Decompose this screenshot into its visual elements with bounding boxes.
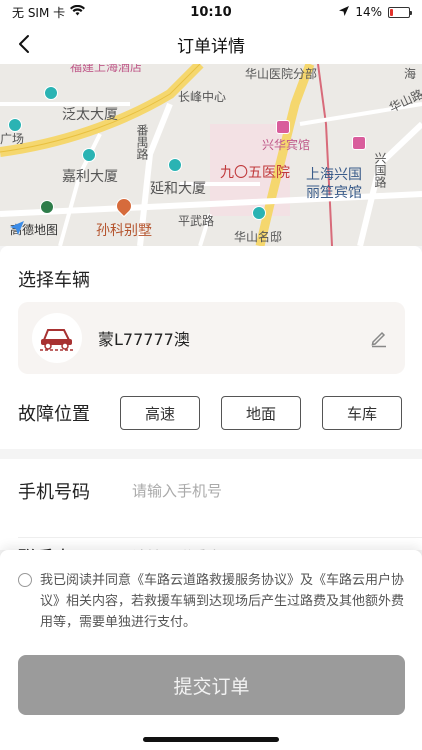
agreement-checkbox[interactable] [18,573,32,587]
map-view[interactable]: 福建上海酒店 华山医院分部 海 泛太大厦 长峰中心 华山路 广场 番禺路 兴华宾… [0,64,422,246]
pencil-icon [371,331,386,348]
map-label: 嘉利大厦 [62,169,118,185]
map-label: 平武路 [178,214,215,228]
phone-input[interactable] [132,482,382,500]
poi-marker-icon[interactable] [44,86,58,100]
battery-fill [390,8,393,16]
status-time: 10:10 [190,4,232,20]
amap-logo: 高德地图 [10,221,58,238]
map-label: 兴国路 [373,152,387,188]
poi-marker-icon[interactable] [252,206,266,220]
battery-icon [388,6,412,18]
hotel-poi-icon[interactable] [352,136,366,150]
phone-row: 手机号码 [18,471,382,511]
map-label: 延和大厦 [150,181,206,197]
poi-marker-icon[interactable] [82,148,96,162]
status-bar: 无 SIM 卡 10:10 14% [0,0,422,24]
map-label: 番禺路 [135,124,149,160]
vehicle-selector[interactable]: 蒙L77777澳 [18,302,405,374]
wifi-icon [70,4,86,19]
agreement-row: 我已阅读并同意《车路云道路救援服务协议》及《车路云用户协议》相关内容，若救援车辆… [18,570,408,633]
map-label: 福建上海酒店 [70,64,143,74]
car-avatar [32,313,82,363]
car-tow-icon [40,329,74,351]
submit-order-button[interactable]: 提交订单 [18,655,405,715]
back-button[interactable] [12,32,36,56]
home-indicator [143,737,279,742]
poi-marker-icon[interactable] [168,158,182,172]
fault-option-highway[interactable]: 高速 [120,396,200,430]
map-label: 兴华宾馆 [262,138,311,152]
map-label: 海 [404,67,417,81]
hotel-poi-icon[interactable] [276,120,290,134]
vehicle-plate: 蒙L77777澳 [98,330,190,349]
amap-arrow-icon [10,221,24,235]
nav-bar: 订单详情 [0,24,422,64]
status-right: 14% [270,5,412,19]
bottom-sheet: 我已阅读并同意《车路云道路救援服务协议》及《车路云用户协议》相关内容，若救援车辆… [0,550,422,750]
map-label: 长峰中心 [178,90,227,104]
page-title: 订单详情 [177,36,245,57]
status-left: 无 SIM 卡 [12,4,152,21]
map-label: 华山医院分部 [245,67,318,81]
map-label: 九〇五医院 [220,165,290,181]
fault-option-ground[interactable]: 地面 [221,396,301,430]
map-label: 广场 [0,132,25,146]
vehicle-card: 选择车辆 蒙L77777澳 故障位置 高速 地面 车库 [0,246,422,449]
map-label: 丽笙宾馆 [306,185,362,201]
starbucks-poi-icon[interactable] [40,200,54,214]
fault-option-garage[interactable]: 车库 [322,396,402,430]
location-arrow-icon [339,5,350,19]
fault-location-label: 故障位置 [18,404,90,425]
map-label: 上海兴国 [306,167,362,183]
agreement-text[interactable]: 我已阅读并同意《车路云道路救援服务协议》及《车路云用户协议》相关内容，若救援车辆… [40,570,408,633]
poi-marker-icon[interactable] [8,118,22,132]
fault-location-row: 故障位置 高速 地面 车库 [18,396,405,430]
phone-label: 手机号码 [18,482,90,503]
battery-percent: 14% [355,5,382,19]
map-label: 华山名邸 [234,230,283,244]
edit-vehicle-button[interactable] [367,326,391,350]
carrier-label: 无 SIM 卡 [12,5,66,20]
map-label: 泛太大厦 [62,107,118,123]
chevron-left-icon [19,35,29,53]
map-label: 孙科别墅 [96,223,152,239]
select-vehicle-title: 选择车辆 [18,270,90,291]
contact-card: 手机号码 联系人 [0,459,422,569]
